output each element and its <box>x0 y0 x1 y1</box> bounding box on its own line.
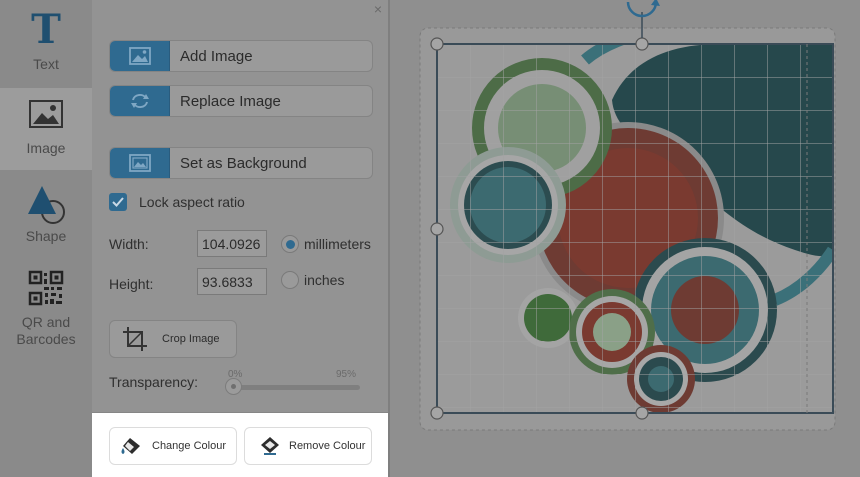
set-as-background-button[interactable]: Set as Background <box>109 147 373 179</box>
rail-label-qr-line2: Barcodes <box>16 331 76 347</box>
text-tool-icon: T <box>31 6 61 53</box>
remove-colour-icon <box>261 437 279 455</box>
design-canvas[interactable] <box>390 0 860 477</box>
paint-bucket-icon <box>121 438 140 454</box>
tool-rail: T Text Image Shape QR and Barcodes <box>0 0 92 477</box>
radio-selected-dot <box>285 239 295 249</box>
rail-label-text: Text <box>33 56 59 72</box>
inches-radio[interactable] <box>281 271 299 289</box>
resize-handle-bottom[interactable] <box>635 406 649 420</box>
rail-label-image: Image <box>26 140 66 156</box>
unit-inches-option[interactable]: inches <box>281 271 344 289</box>
rail-item-shape[interactable]: Shape <box>0 176 92 252</box>
check-icon <box>112 197 124 207</box>
replace-image-button[interactable]: Replace Image <box>109 85 373 117</box>
transparency-max-label: 95% <box>336 369 357 380</box>
resize-handle-top[interactable] <box>635 37 649 51</box>
rail-label-shape: Shape <box>25 228 67 244</box>
inches-label: inches <box>304 272 345 288</box>
width-label: Width: <box>109 236 149 252</box>
transparency-label: Transparency: <box>109 374 198 390</box>
crop-image-label: Crop Image <box>162 333 220 345</box>
change-colour-label: Change Colour <box>152 440 226 452</box>
remove-colour-button[interactable]: Remove Colour <box>244 427 372 465</box>
unit-millimeters-option[interactable]: millimeters <box>281 235 371 253</box>
transparency-slider-handle[interactable] <box>225 378 242 395</box>
placed-image[interactable] <box>437 26 833 413</box>
add-image-label: Add Image <box>180 47 253 65</box>
replace-image-label: Replace Image <box>180 92 281 110</box>
qr-code-icon <box>28 270 64 306</box>
image-options-panel: × Add Image Replace Image Set as Backgro… <box>92 0 390 477</box>
image-tool-icon <box>29 100 63 128</box>
height-label: Height: <box>109 276 154 292</box>
rail-item-image[interactable]: Image <box>0 88 92 170</box>
add-image-button[interactable]: Add Image <box>109 40 373 72</box>
rotate-handle-icon[interactable] <box>626 0 660 18</box>
crop-icon <box>123 327 147 351</box>
refresh-icon <box>110 86 170 116</box>
lock-aspect-row[interactable]: Lock aspect ratio <box>109 193 245 211</box>
change-colour-button[interactable]: Change Colour <box>109 427 237 465</box>
resize-handle-bottom-left[interactable] <box>430 406 444 420</box>
slider-handle-dot <box>231 384 236 389</box>
set-as-background-label: Set as Background <box>180 154 307 172</box>
rail-label-qr-line1: QR and <box>21 314 71 330</box>
resize-handle-left[interactable] <box>430 222 444 236</box>
rail-item-qr-barcodes[interactable]: QR and Barcodes <box>0 266 92 352</box>
width-input[interactable] <box>197 230 267 257</box>
rail-item-text[interactable]: T Text <box>0 0 92 82</box>
remove-colour-label: Remove Colour <box>289 440 366 452</box>
crop-image-button[interactable]: Crop Image <box>109 320 237 358</box>
editor-app: T Text Image Shape QR and Barcodes × Add… <box>0 0 860 477</box>
close-icon[interactable]: × <box>374 2 382 16</box>
shape-tool-icon <box>24 182 68 224</box>
height-input[interactable] <box>197 268 267 295</box>
lock-aspect-checkbox[interactable] <box>109 193 127 211</box>
image-icon <box>110 41 170 71</box>
background-image-icon <box>110 148 170 178</box>
lock-aspect-label: Lock aspect ratio <box>139 194 245 210</box>
resize-handle-top-left[interactable] <box>430 37 444 51</box>
millimeters-radio[interactable] <box>281 235 299 253</box>
colour-tools-bar: Change Colour Remove Colour <box>92 413 388 477</box>
millimeters-label: millimeters <box>304 236 371 252</box>
transparency-slider-track[interactable] <box>229 385 360 390</box>
